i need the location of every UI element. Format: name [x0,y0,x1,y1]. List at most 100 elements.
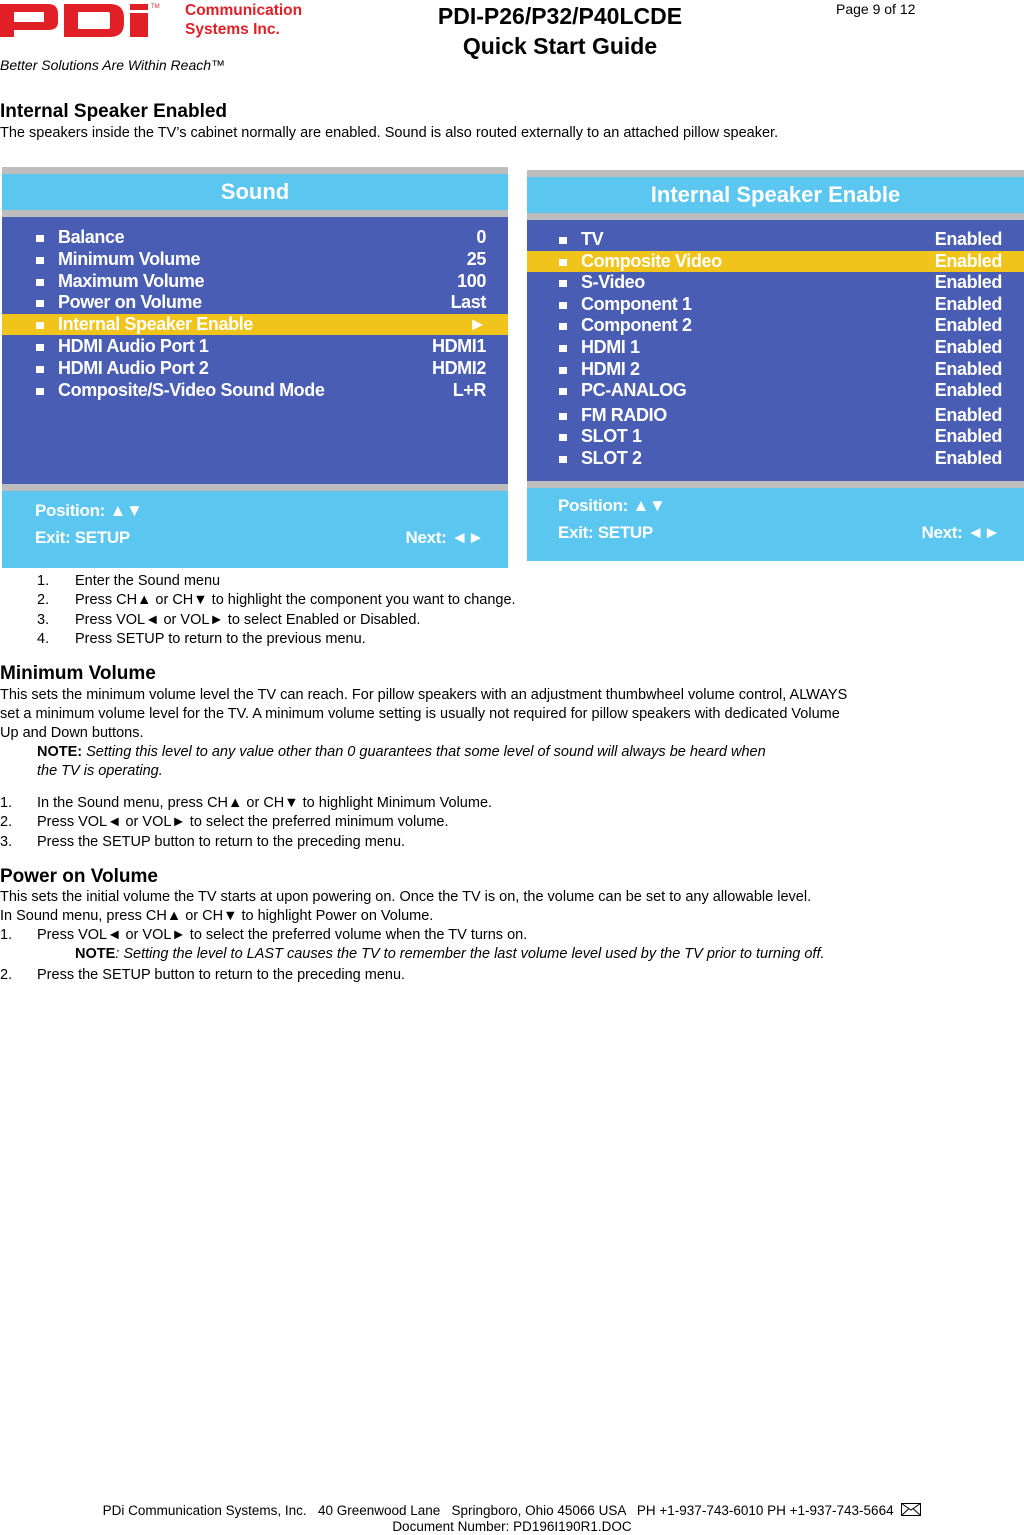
footer-position-hint: Position: ▲▼ [558,496,666,515]
bullet-icon [559,434,567,442]
step-number: 3. [0,833,13,850]
step-number: 2. [37,592,50,609]
step-text: Press VOL◄ or VOL► to select the preferr… [37,814,449,831]
menu-item-value: HDMI2 [431,357,486,378]
menu-item-label: SLOT 1 [581,426,642,447]
menu-item-label: SLOT 2 [581,448,642,468]
section-body-minimum-volume-line-3: Up and Down buttons. [0,725,144,741]
minimum-volume-note: NOTE: Setting this level to any value ot… [37,743,766,762]
bullet-icon [36,235,44,242]
company-name: Communication Systems Inc. [185,1,302,39]
step-text: In the Sound menu, press CH▲ or CH▼ to h… [37,795,493,811]
menu-item-label: HDMI Audio Port 2 [58,357,209,378]
company-line-1: Communication [185,2,303,19]
power-on-volume-note: NOTE: Setting the level to LAST causes t… [75,945,825,964]
speaker-enable-menu-title: Internal Speaker Enable [527,177,1024,213]
sound-menu-list: Balance 0 Minimum Volume 25 Maximum Volume 10… [2,217,508,484]
note-label: NOTE [75,946,116,962]
menu-item-value: Enabled [934,426,1003,447]
menu-item-label: Internal Speaker Enable [58,314,253,335]
company-line-2: Systems Inc. [185,21,280,38]
menu-item-value: ► [468,314,487,335]
menu-item-label: PC-ANALOG [581,380,687,401]
speaker-enable-menu-list: TV Enabled Composite Video Enabled S-Video En… [527,220,1024,481]
power-on-volume-step-1: 1. Press VOL◄ or VOL► to select the prefe… [0,926,527,945]
menu-item[interactable]: HDMI Audio Port 1 HDMI1 [2,336,508,357]
list-item: 1. In the Sound menu, press CH▲ or CH▼ to… [0,794,492,813]
menu-item[interactable]: Power on Volume Last [2,292,508,313]
menu-item[interactable]: S-Video Enabled [527,272,1024,293]
menu-item-label: Minimum Volume [58,248,201,269]
pdi-logo: TM [0,4,160,37]
menu-item[interactable]: HDMI 1 Enabled [527,337,1024,358]
menu-item[interactable]: PC-ANALOG Enabled [527,380,1024,401]
tagline: Better Solutions Are Within Reach™ [0,57,226,73]
step-text: Press SETUP to return to the previous me… [75,630,366,647]
bullet-icon [36,387,44,395]
menu-item-value: Enabled [934,315,1003,336]
menu-item[interactable]: Minimum Volume 25 [2,249,508,270]
bullet-icon [559,301,567,309]
list-item: 2. Press VOL◄ or VOL► to select the prefe… [0,813,492,832]
minimum-volume-steps: 1. In the Sound menu, press CH▲ or CH▼ to… [0,794,492,852]
document-number: Document Number: PD196I190R1.DOC [392,1519,632,1534]
note-label: NOTE: [37,744,83,760]
footer-address: PDi Communication Systems, Inc. 40 Green… [102,1503,894,1518]
section-body-minimum-volume-line-1: This sets the minimum volume level the T… [0,687,848,703]
document-title-line-2: Quick Start Guide [462,33,658,59]
menu-item[interactable]: Internal Speaker Enable ► [2,314,508,336]
menu-item[interactable]: HDMI Audio Port 2 HDMI2 [2,358,508,379]
menu-item[interactable]: HDMI 2 Enabled [527,359,1024,380]
menu-item[interactable]: Component 2 Enabled [527,315,1024,336]
menu-item-value: Enabled [934,380,1003,401]
step-number: 2. [0,814,13,831]
menu-item[interactable]: Maximum Volume 100 [2,271,508,292]
menu-item-value: Enabled [934,272,1003,293]
menu-item-value: Enabled [934,293,1003,314]
menu-item-value: L+R [452,379,487,400]
menu-item-value: 25 [466,248,487,269]
section-title-minimum-volume: Minimum Volume [0,663,156,684]
menu-item-label: Power on Volume [58,292,202,313]
menu-item-value: Enabled [934,250,1003,271]
menu-separator [2,167,508,174]
sound-menu-screenshot: Sound Balance 0 Minimum Volume 25 Maximum Vo… [2,167,508,568]
menu-item[interactable]: Balance 0 [2,227,508,248]
menu-item-label: Balance [58,227,125,247]
menu-item[interactable]: SLOT 1 Enabled [527,426,1024,447]
menu-item-label: HDMI 1 [581,337,640,357]
menu-item-value: 100 [457,270,486,291]
menu-item-value: Enabled [934,358,1003,379]
page-footer: PDi Communication Systems, Inc. 40 Green… [0,1503,1024,1535]
menu-item[interactable]: TV Enabled [527,229,1024,250]
menu-item[interactable]: Composite Video Enabled [527,250,1024,272]
bullet-icon [559,323,567,331]
footer-next-hint: Next: ◄► [921,523,1001,542]
list-item: 3. Press the SETUP button to return to th… [0,833,492,852]
menu-item[interactable]: SLOT 2 Enabled [527,448,1024,469]
menu-item[interactable]: Component 1 Enabled [527,294,1024,315]
power-on-volume-step-2: 2. Press the SETUP button to return to th… [0,966,405,985]
bullet-icon [559,345,567,352]
step-number: 4. [37,630,50,647]
step-text: Press the SETUP button to return to the … [37,967,406,983]
note-text: : Setting the level to LAST causes the T… [115,946,825,962]
step-number: 1. [0,795,13,811]
list-item: 4. Press SETUP to return to the previous … [37,630,516,649]
menu-item-label: Composite Video [581,250,722,271]
footer-exit-hint: Exit: SETUP [35,528,130,547]
list-item: 2. Press CH▲ or CH▼ to highlight the comp… [37,591,516,610]
menu-item-label: Composite/S-Video Sound Mode [58,379,325,400]
menu-item[interactable]: Composite/S-Video Sound Mode L+R [2,380,508,401]
section-body-power-on-volume-line-2: In Sound menu, press CH▲ or CH▼ to highl… [0,908,434,924]
section-title-power-on-volume: Power on Volume [0,866,159,887]
menu-item-label: Component 1 [581,293,692,314]
menu-item[interactable]: FM RADIO Enabled [527,405,1024,426]
step-number: 1. [37,573,50,589]
footer-position-hint: Position: ▲▼ [35,501,143,520]
menu-item-label: FM RADIO [581,404,667,425]
menu-item-label: Maximum Volume [58,270,205,291]
footer-exit-hint: Exit: SETUP [558,523,653,542]
step-number: 2. [0,967,13,983]
menu-item-value: Enabled [934,337,1003,357]
